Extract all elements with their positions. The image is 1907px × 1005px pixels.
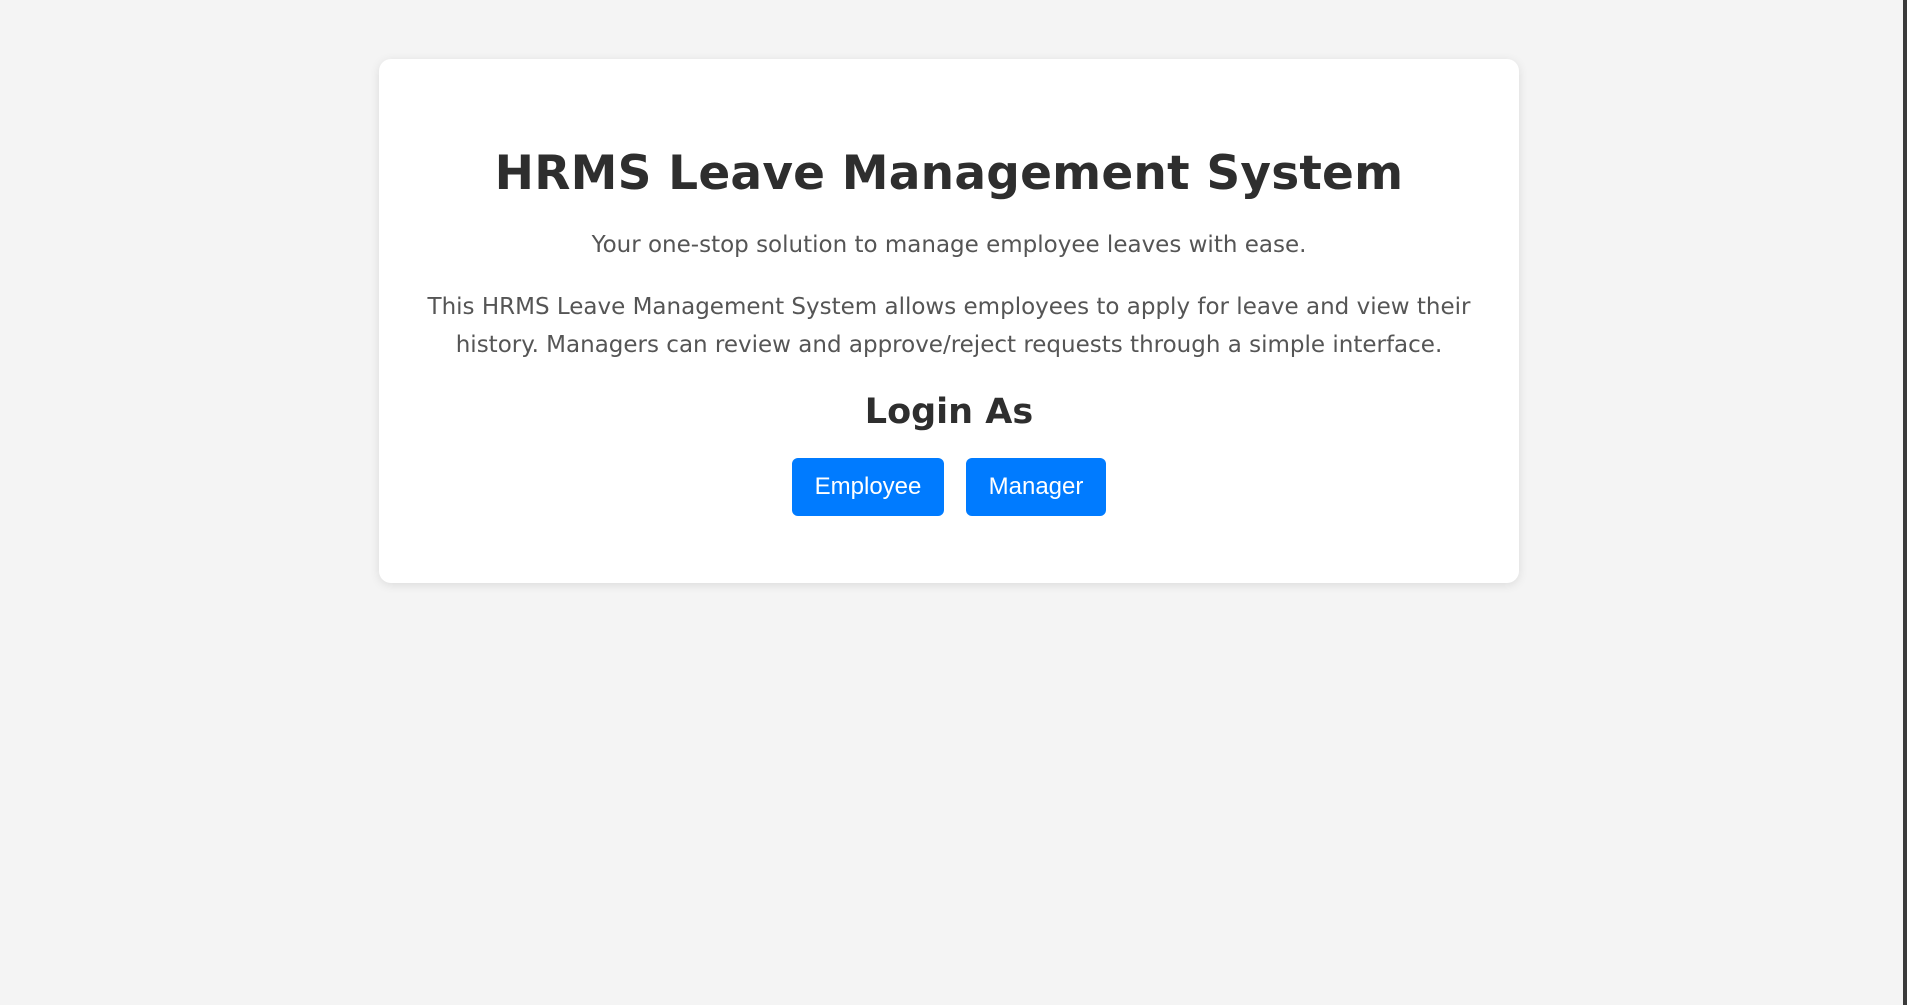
page-viewport: HRMS Leave Management System Your one-st… xyxy=(0,0,1907,1005)
page-title: HRMS Leave Management System xyxy=(494,146,1404,201)
login-heading: Login As xyxy=(864,391,1034,432)
description-text: This HRMS Leave Management System allows… xyxy=(427,293,1471,358)
tagline: Your one-stop solution to manage employe… xyxy=(591,232,1307,259)
manager-login-button[interactable]: Manager xyxy=(966,457,1106,516)
login-button-group: Employee Manager xyxy=(419,457,1479,516)
welcome-card: HRMS Leave Management System Your one-st… xyxy=(379,59,1519,583)
employee-login-button[interactable]: Employee xyxy=(792,457,944,516)
window-edge xyxy=(1903,0,1907,1005)
